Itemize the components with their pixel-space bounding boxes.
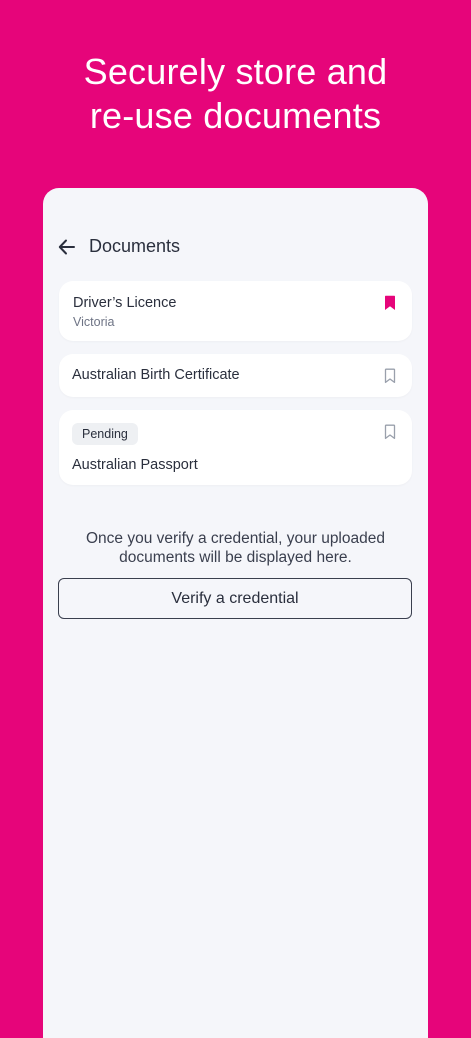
verify-credential-button[interactable]: Verify a credential	[58, 578, 412, 619]
phone-screen: Documents Driver’s Licence Victoria Aust…	[43, 188, 428, 1038]
top-bar: Documents	[43, 232, 428, 262]
empty-state-line-1: Once you verify a credential, your uploa…	[86, 530, 385, 547]
document-card-passport[interactable]: Pending Australian Passport	[59, 410, 412, 485]
promo-headline: Securely store and re-use documents	[0, 50, 471, 138]
status-badge: Pending	[72, 423, 138, 445]
document-subtitle: Victoria	[73, 315, 115, 329]
arrow-left-icon	[58, 239, 75, 255]
document-card-drivers-licence[interactable]: Driver’s Licence Victoria	[59, 281, 412, 341]
document-title: Australian Birth Certificate	[72, 367, 240, 383]
bookmark-outline-icon[interactable]	[384, 424, 396, 440]
document-title: Australian Passport	[72, 457, 198, 473]
empty-state-line-2: documents will be displayed here.	[119, 549, 352, 566]
document-card-birth-certificate[interactable]: Australian Birth Certificate	[59, 354, 412, 397]
bookmark-outline-icon[interactable]	[384, 368, 396, 384]
bookmark-filled-icon[interactable]	[384, 295, 396, 311]
promo-headline-line-1: Securely store and	[83, 51, 388, 92]
page-title: Documents	[89, 236, 181, 256]
back-button[interactable]	[55, 235, 79, 259]
promo-headline-line-2: re-use documents	[89, 95, 382, 136]
empty-state-message: Once you verify a credential, your uploa…	[43, 529, 428, 567]
document-title: Driver’s Licence	[73, 295, 177, 311]
